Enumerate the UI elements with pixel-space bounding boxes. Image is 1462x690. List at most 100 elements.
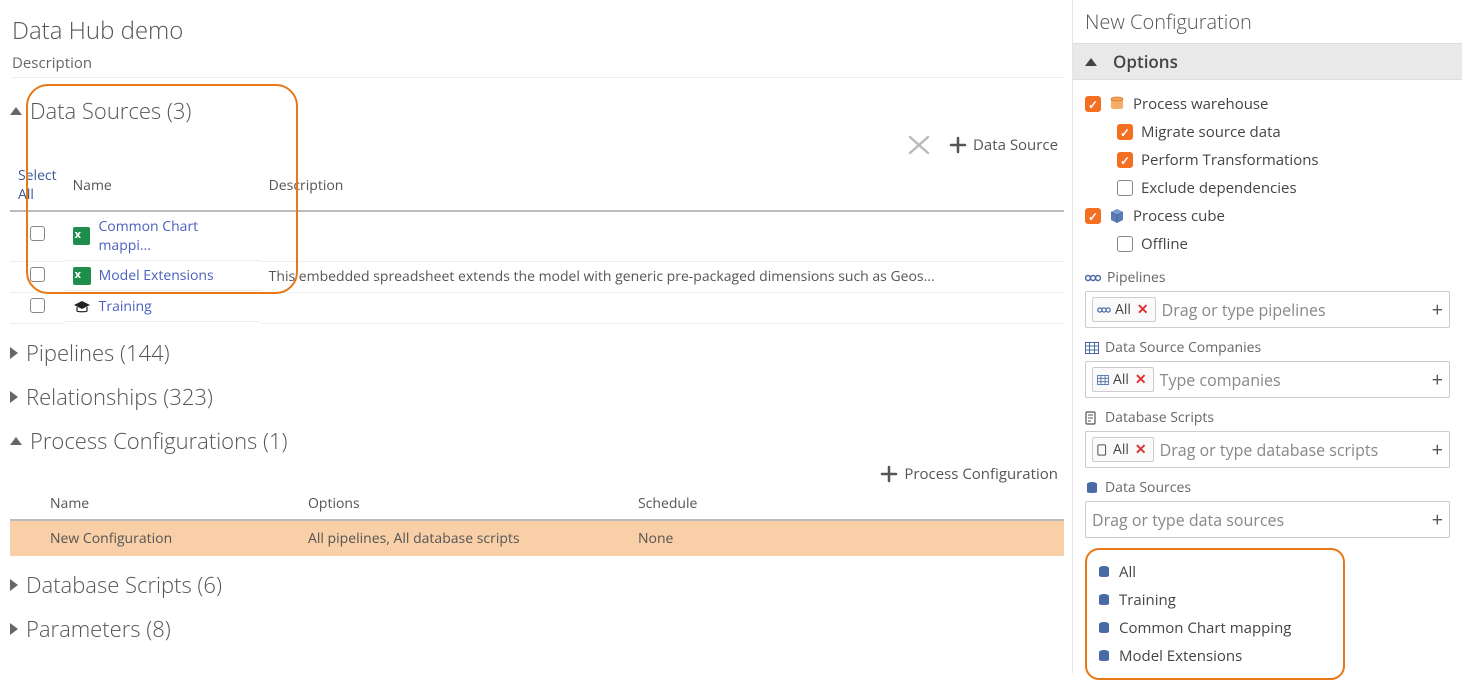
- checkbox[interactable]: [1117, 152, 1133, 168]
- chevron-down-icon: [10, 107, 22, 115]
- page-subtitle: Description: [12, 53, 1064, 78]
- row-link[interactable]: Common Chart mappi...: [98, 217, 252, 255]
- checkbox[interactable]: [1117, 124, 1133, 140]
- pc-options-header[interactable]: Options: [300, 488, 630, 520]
- companies-input[interactable]: All ✕ Type companies +: [1085, 361, 1450, 398]
- placeholder-text: Type companies: [1160, 369, 1281, 391]
- data-sources-subheader: Data Sources: [1085, 478, 1450, 497]
- dropdown-item-model-extensions[interactable]: Model Extensions: [1097, 642, 1333, 670]
- subheader-label: Pipelines: [1107, 268, 1166, 287]
- cube-icon: [1109, 208, 1125, 224]
- section-pipelines[interactable]: Pipelines (144): [10, 338, 1064, 368]
- add-process-config-button[interactable]: Process Configuration: [880, 464, 1058, 484]
- pc-row-name: New Configuration: [10, 520, 300, 556]
- option-process-warehouse[interactable]: Process warehouse: [1085, 90, 1450, 118]
- warehouse-icon: [1109, 96, 1125, 112]
- placeholder-text: Drag or type data sources: [1092, 509, 1284, 531]
- options-section-header[interactable]: Options: [1073, 43, 1462, 80]
- database-icon: [1097, 649, 1111, 663]
- pipelines-icon: [1085, 272, 1101, 284]
- add-chip-button[interactable]: +: [1432, 436, 1443, 463]
- row-desc: [261, 292, 1064, 323]
- chip-label: All: [1115, 300, 1131, 319]
- section-label: Relationships (323): [26, 382, 213, 412]
- pc-name-header[interactable]: Name: [10, 488, 300, 520]
- add-chip-button[interactable]: +: [1432, 366, 1443, 393]
- database-icon: [1097, 593, 1111, 607]
- row-checkbox[interactable]: [30, 226, 45, 241]
- section-data-sources[interactable]: Data Sources (3): [10, 96, 1064, 126]
- page-title: Data Hub demo: [12, 14, 1064, 47]
- option-label: Perform Transformations: [1141, 150, 1319, 170]
- table-row[interactable]: New Configuration All pipelines, All dat…: [10, 520, 1064, 556]
- section-label: Database Scripts (6): [26, 570, 222, 600]
- row-desc: This embedded spreadsheet extends the mo…: [261, 261, 1064, 292]
- option-migrate-source-data[interactable]: Migrate source data: [1085, 118, 1450, 146]
- pc-row-schedule: None: [630, 520, 1064, 556]
- chip-label: All: [1113, 370, 1129, 389]
- row-link[interactable]: Training: [99, 297, 152, 316]
- chip-all[interactable]: All ✕: [1092, 367, 1154, 392]
- add-chip-button[interactable]: +: [1432, 506, 1443, 533]
- chip-label: All: [1113, 440, 1129, 459]
- add-data-source-button[interactable]: Data Source: [949, 135, 1058, 155]
- row-checkbox[interactable]: [30, 298, 45, 313]
- table-icon: [1085, 342, 1099, 354]
- chip-remove-icon[interactable]: ✕: [1135, 300, 1151, 319]
- chevron-down-icon: [10, 437, 22, 445]
- checkbox[interactable]: [1117, 180, 1133, 196]
- desc-header[interactable]: Description: [261, 160, 1064, 211]
- section-process-configurations[interactable]: Process Configurations (1): [10, 426, 1064, 456]
- pc-schedule-header[interactable]: Schedule: [630, 488, 1064, 520]
- option-process-cube[interactable]: Process cube: [1085, 202, 1450, 230]
- dropdown-item-common-chart[interactable]: Common Chart mapping: [1097, 614, 1333, 642]
- option-label: Exclude dependencies: [1141, 178, 1297, 198]
- pipelines-icon: [1097, 305, 1111, 315]
- add-chip-button[interactable]: +: [1432, 296, 1443, 323]
- row-checkbox[interactable]: [30, 267, 45, 282]
- excel-icon: [73, 267, 91, 285]
- table-row[interactable]: Common Chart mappi...: [10, 211, 1064, 261]
- option-perform-transformations[interactable]: Perform Transformations: [1085, 146, 1450, 174]
- option-label: Migrate source data: [1141, 122, 1281, 142]
- table-icon: [1097, 375, 1109, 385]
- add-label: Process Configuration: [904, 464, 1058, 484]
- section-parameters[interactable]: Parameters (8): [10, 614, 1064, 644]
- checkbox[interactable]: [1085, 208, 1101, 224]
- right-panel-title: New Configuration: [1073, 0, 1462, 43]
- table-row[interactable]: Training: [10, 292, 1064, 323]
- db-scripts-input[interactable]: All ✕ Drag or type database scripts +: [1085, 431, 1450, 468]
- checkbox[interactable]: [1117, 236, 1133, 252]
- name-header[interactable]: Name: [65, 160, 261, 211]
- script-icon: [1097, 444, 1109, 456]
- section-label: Process Configurations (1): [30, 426, 288, 456]
- option-label: Offline: [1141, 234, 1188, 254]
- db-scripts-subheader: Database Scripts: [1085, 408, 1450, 427]
- section-database-scripts[interactable]: Database Scripts (6): [10, 570, 1064, 600]
- chip-remove-icon[interactable]: ✕: [1133, 440, 1149, 459]
- pipelines-input[interactable]: All ✕ Drag or type pipelines +: [1085, 291, 1450, 328]
- data-sources-dropdown: All Training Common Chart mapping Model …: [1085, 548, 1345, 680]
- chip-remove-icon[interactable]: ✕: [1133, 370, 1149, 389]
- dropdown-item-training[interactable]: Training: [1097, 586, 1333, 614]
- select-all-header[interactable]: Select All: [10, 160, 65, 211]
- option-offline[interactable]: Offline: [1085, 230, 1450, 258]
- dropdown-item-all[interactable]: All: [1097, 558, 1333, 586]
- chip-all[interactable]: All ✕: [1092, 437, 1154, 462]
- data-sources-input[interactable]: Drag or type data sources +: [1085, 501, 1450, 538]
- checkbox[interactable]: [1085, 96, 1101, 112]
- row-link[interactable]: Model Extensions: [99, 266, 214, 285]
- scissors-icon: [907, 134, 931, 156]
- table-row[interactable]: Model Extensions This embedded spreadshe…: [10, 261, 1064, 292]
- section-relationships[interactable]: Relationships (323): [10, 382, 1064, 412]
- chip-all[interactable]: All ✕: [1092, 297, 1156, 322]
- pc-row-options: All pipelines, All database scripts: [300, 520, 630, 556]
- section-label: Data Sources (3): [30, 96, 191, 126]
- subheader-label: Data Sources: [1105, 478, 1191, 497]
- delete-button: [907, 134, 931, 156]
- dropdown-label: Training: [1119, 590, 1176, 610]
- database-icon: [1097, 621, 1111, 635]
- ds-companies-subheader: Data Source Companies: [1085, 338, 1450, 357]
- chevron-right-icon: [10, 391, 18, 403]
- option-exclude-dependencies[interactable]: Exclude dependencies: [1085, 174, 1450, 202]
